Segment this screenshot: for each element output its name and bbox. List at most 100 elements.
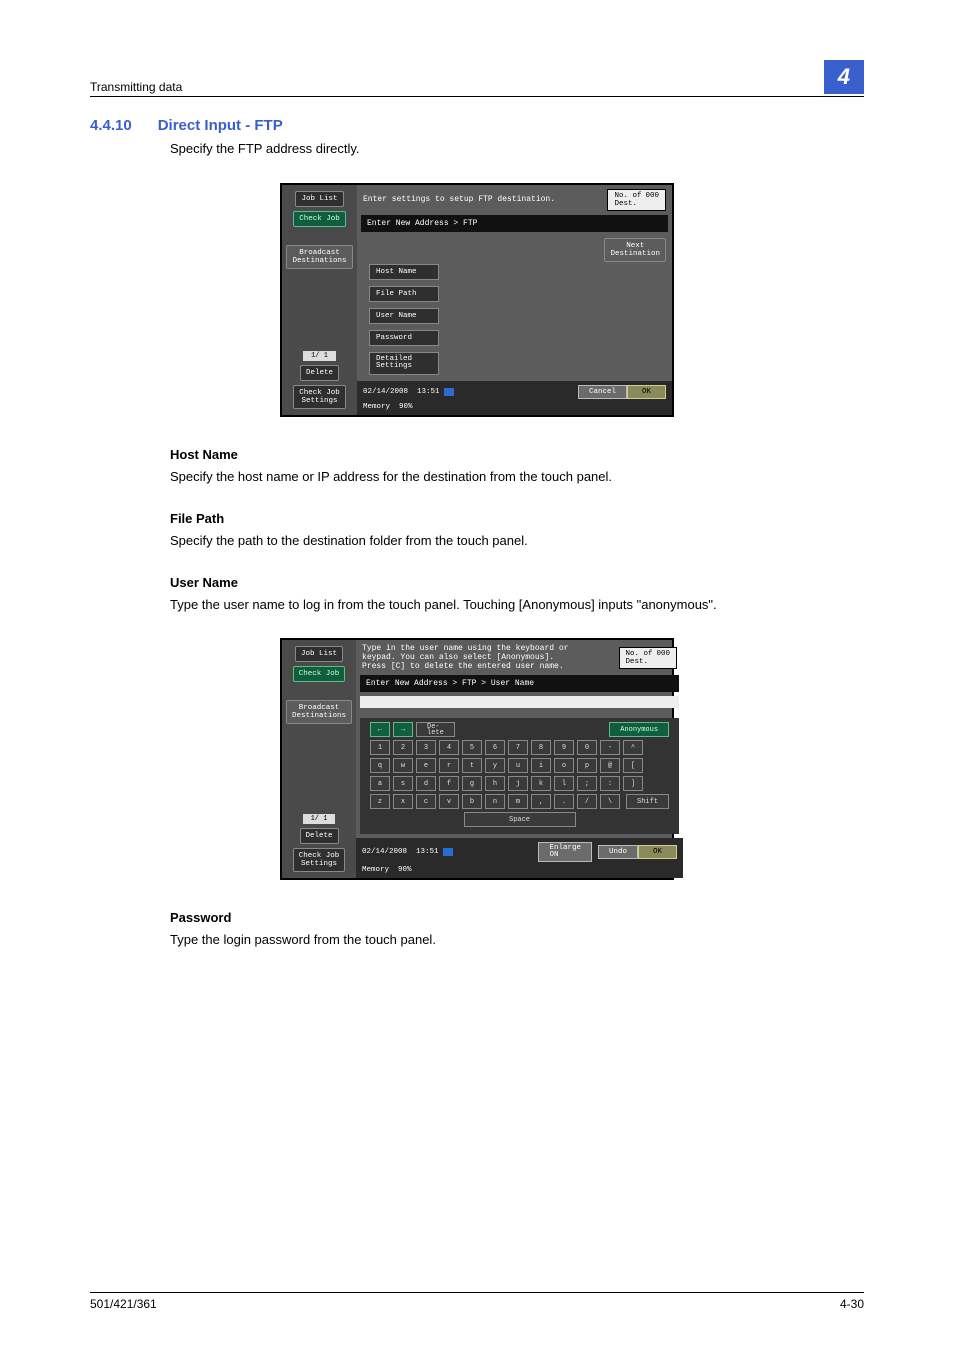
key-\[interactable]: \ bbox=[600, 794, 620, 809]
username-heading: User Name bbox=[170, 575, 864, 590]
password-heading: Password bbox=[170, 910, 864, 925]
delete-button[interactable]: Delete bbox=[300, 365, 339, 381]
key-l[interactable]: l bbox=[554, 776, 574, 791]
enlarge-button[interactable]: Enlarge ON bbox=[538, 842, 592, 862]
key-z[interactable]: z bbox=[370, 794, 390, 809]
key-.[interactable]: . bbox=[554, 794, 574, 809]
key-i[interactable]: i bbox=[531, 758, 551, 773]
key-c[interactable]: c bbox=[416, 794, 436, 809]
key-a[interactable]: a bbox=[370, 776, 390, 791]
status-date: 02/14/2008 bbox=[362, 848, 407, 856]
key-w[interactable]: w bbox=[393, 758, 413, 773]
ok-button[interactable]: OK bbox=[627, 385, 666, 399]
key-v[interactable]: v bbox=[439, 794, 459, 809]
job-list-button[interactable]: Job List bbox=[295, 646, 343, 662]
arrow-left-key[interactable]: ← bbox=[370, 722, 390, 737]
username-keyboard-screenshot: Job List Check Job Broadcast Destination… bbox=[280, 638, 674, 880]
key-4[interactable]: 4 bbox=[439, 740, 459, 755]
filepath-text: Specify the path to the destination fold… bbox=[170, 532, 864, 551]
username-input[interactable] bbox=[360, 696, 679, 708]
arrow-right-key[interactable]: → bbox=[393, 722, 413, 737]
cancel-button[interactable]: Cancel bbox=[578, 385, 627, 399]
key-:[interactable]: : bbox=[600, 776, 620, 791]
status-time: 13:51 bbox=[417, 388, 440, 396]
status-time: 13:51 bbox=[416, 848, 439, 856]
on-screen-keyboard: ← → De- lete Anonymous 1234567890-^ qwer… bbox=[360, 718, 679, 834]
key-8[interactable]: 8 bbox=[531, 740, 551, 755]
key-r[interactable]: r bbox=[439, 758, 459, 773]
file-path-field-button[interactable]: File Path bbox=[369, 286, 439, 302]
key-row-3: asdfghjkl;:] bbox=[364, 776, 675, 791]
key-9[interactable]: 9 bbox=[554, 740, 574, 755]
key-e[interactable]: e bbox=[416, 758, 436, 773]
breadcrumb: Enter New Address > FTP bbox=[361, 215, 668, 232]
delete-key[interactable]: De- lete bbox=[416, 722, 455, 737]
key-0[interactable]: 0 bbox=[577, 740, 597, 755]
key-3[interactable]: 3 bbox=[416, 740, 436, 755]
check-job-button[interactable]: Check Job bbox=[293, 211, 346, 227]
key-6[interactable]: 6 bbox=[485, 740, 505, 755]
key-7[interactable]: 7 bbox=[508, 740, 528, 755]
key-n[interactable]: n bbox=[485, 794, 505, 809]
check-job-settings-button[interactable]: Check Job Settings bbox=[293, 848, 346, 872]
key--[interactable]: - bbox=[600, 740, 620, 755]
user-name-field-button[interactable]: User Name bbox=[369, 308, 439, 324]
next-destination-button[interactable]: Next Destination bbox=[604, 238, 666, 262]
check-job-button[interactable]: Check Job bbox=[293, 666, 346, 682]
filepath-heading: File Path bbox=[170, 511, 864, 526]
key-q[interactable]: q bbox=[370, 758, 390, 773]
key-1[interactable]: 1 bbox=[370, 740, 390, 755]
shift-key[interactable]: Shift bbox=[626, 794, 669, 809]
broadcast-destinations-tab[interactable]: Broadcast Destinations bbox=[286, 700, 352, 724]
undo-button[interactable]: Undo bbox=[598, 845, 638, 859]
host-name-field-button[interactable]: Host Name bbox=[369, 264, 439, 280]
check-job-settings-button[interactable]: Check Job Settings bbox=[293, 385, 346, 409]
key-][interactable]: ] bbox=[623, 776, 643, 791]
status-icon bbox=[443, 848, 453, 856]
key-;[interactable]: ; bbox=[577, 776, 597, 791]
job-list-button[interactable]: Job List bbox=[295, 191, 343, 207]
dest-count: No. of Dest. 000 bbox=[619, 647, 678, 669]
key-@[interactable]: @ bbox=[600, 758, 620, 773]
broadcast-destinations-tab[interactable]: Broadcast Destinations bbox=[286, 245, 352, 269]
key-[[interactable]: [ bbox=[623, 758, 643, 773]
key-5[interactable]: 5 bbox=[462, 740, 482, 755]
space-key[interactable]: Space bbox=[464, 812, 576, 827]
key-j[interactable]: j bbox=[508, 776, 528, 791]
key-g[interactable]: g bbox=[462, 776, 482, 791]
hostname-heading: Host Name bbox=[170, 447, 864, 462]
key-row-4: zxcvbnm,./\ Shift bbox=[364, 794, 675, 809]
ok-button[interactable]: OK bbox=[638, 845, 677, 859]
key-o[interactable]: o bbox=[554, 758, 574, 773]
status-date: 02/14/2008 bbox=[363, 388, 408, 396]
key-row-1: 1234567890-^ bbox=[364, 740, 675, 755]
status-memory-label: Memory bbox=[363, 403, 390, 411]
screen1-instruction: Enter settings to setup FTP destination. bbox=[363, 195, 555, 204]
key-^[interactable]: ^ bbox=[623, 740, 643, 755]
key-2[interactable]: 2 bbox=[393, 740, 413, 755]
key-/[interactable]: / bbox=[577, 794, 597, 809]
key-b[interactable]: b bbox=[462, 794, 482, 809]
key-k[interactable]: k bbox=[531, 776, 551, 791]
key-p[interactable]: p bbox=[577, 758, 597, 773]
key-t[interactable]: t bbox=[462, 758, 482, 773]
chapter-number-badge: 4 bbox=[824, 60, 864, 94]
key-,[interactable]: , bbox=[531, 794, 551, 809]
key-d[interactable]: d bbox=[416, 776, 436, 791]
detailed-settings-button[interactable]: Detailed Settings bbox=[369, 352, 439, 375]
footer-left: 501/421/361 bbox=[90, 1297, 157, 1311]
key-f[interactable]: f bbox=[439, 776, 459, 791]
key-y[interactable]: y bbox=[485, 758, 505, 773]
section-number: 4.4.10 bbox=[90, 117, 132, 134]
dest-count: No. of Dest. 000 bbox=[607, 189, 666, 211]
status-memory-label: Memory bbox=[362, 866, 389, 874]
key-s[interactable]: s bbox=[393, 776, 413, 791]
key-x[interactable]: x bbox=[393, 794, 413, 809]
anonymous-button[interactable]: Anonymous bbox=[609, 722, 669, 737]
key-h[interactable]: h bbox=[485, 776, 505, 791]
password-text: Type the login password from the touch p… bbox=[170, 931, 864, 950]
delete-button[interactable]: Delete bbox=[300, 828, 339, 844]
key-m[interactable]: m bbox=[508, 794, 528, 809]
password-field-button[interactable]: Password bbox=[369, 330, 439, 346]
key-u[interactable]: u bbox=[508, 758, 528, 773]
